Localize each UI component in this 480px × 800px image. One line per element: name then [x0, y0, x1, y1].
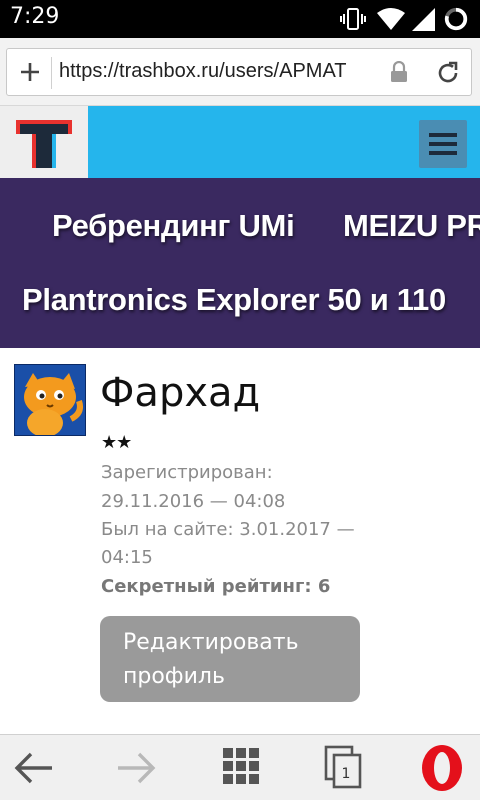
- secret-rating: Секретный рейтинг: 6: [101, 576, 330, 597]
- hamburger-menu-icon: [429, 133, 457, 137]
- profile-name: Фархад: [100, 370, 261, 416]
- wifi-icon: [377, 8, 405, 30]
- lock-icon: [391, 61, 407, 82]
- url-text[interactable]: https://trashbox.ru/users/APMAT: [59, 60, 381, 83]
- status-bar: 7:29: [0, 0, 480, 38]
- battery-icon: [444, 7, 468, 31]
- trashbox-logo-icon: [16, 120, 72, 168]
- grid-icon[interactable]: [222, 747, 260, 785]
- address-bar[interactable]: https://trashbox.ru/users/APMAT: [6, 48, 472, 96]
- secret-rating-value: 6: [317, 576, 331, 597]
- secret-rating-label: Секретный рейтинг:: [101, 576, 312, 597]
- rank-stars: ★★: [101, 432, 132, 453]
- last-seen-label: Был на сайте: 3.01.2017 —: [101, 519, 355, 540]
- browser-toolbar: https://trashbox.ru/users/APMAT: [0, 38, 480, 106]
- site-header: [0, 106, 480, 178]
- reload-icon[interactable]: [435, 60, 461, 86]
- plus-icon[interactable]: [19, 61, 41, 83]
- avatar: [14, 364, 86, 436]
- bottom-navigation: [0, 734, 480, 800]
- promo-link-umi[interactable]: Ребрендинг UMi: [52, 208, 295, 244]
- registered-label: Зарегистрирован:: [101, 462, 273, 483]
- tab-count: 1: [341, 766, 351, 782]
- forward-arrow-icon[interactable]: [116, 751, 156, 785]
- edit-profile-button-label: Редактировать профиль: [123, 630, 299, 689]
- edit-profile-button[interactable]: Редактировать профиль: [100, 616, 360, 702]
- signal-icon: [412, 8, 435, 31]
- menu-button[interactable]: [419, 120, 467, 168]
- back-arrow-icon[interactable]: [14, 751, 54, 785]
- site-logo[interactable]: [0, 106, 88, 178]
- promo-banner: Ребрендинг UMi MEIZU PR Plantronics Expl…: [0, 178, 480, 348]
- status-time: 7:29: [10, 4, 60, 29]
- opera-logo-icon[interactable]: [420, 743, 464, 793]
- divider: [51, 57, 52, 89]
- cat-avatar-icon: [15, 365, 85, 435]
- promo-link-plantronics[interactable]: Plantronics Explorer 50 и 110: [22, 282, 446, 318]
- vibrate-icon: [340, 8, 366, 30]
- promo-link-meizu[interactable]: MEIZU PR: [343, 208, 480, 244]
- last-seen-value: 04:15: [101, 547, 153, 568]
- registered-value: 29.11.2016 — 04:08: [101, 491, 286, 512]
